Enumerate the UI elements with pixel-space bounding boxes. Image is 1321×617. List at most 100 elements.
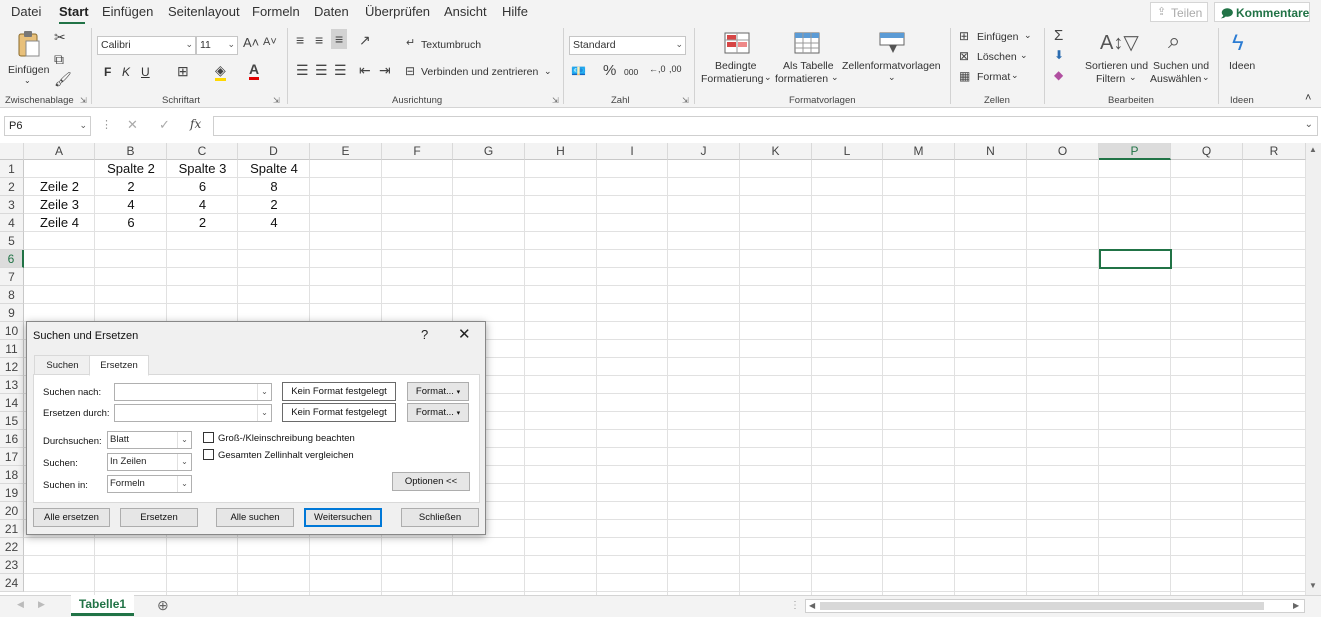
- row-header-19[interactable]: 19: [0, 484, 24, 502]
- column-header-a[interactable]: A: [24, 143, 95, 160]
- row-header-16[interactable]: 16: [0, 430, 24, 448]
- scroll-right-icon[interactable]: ▶: [1293, 601, 1299, 610]
- replace-all-button[interactable]: Alle ersetzen: [33, 508, 110, 527]
- increase-indent-icon[interactable]: ⇥: [379, 62, 391, 79]
- dialog-launcher-icon[interactable]: ⇲: [80, 96, 87, 105]
- expand-formula-icon[interactable]: ⌄: [1305, 119, 1313, 130]
- insert-cells-button[interactable]: Einfügen: [977, 31, 1018, 43]
- chevron-down-icon[interactable]: ⌄: [1011, 70, 1019, 81]
- row-header-14[interactable]: 14: [0, 394, 24, 412]
- row-header-6[interactable]: 6: [0, 250, 24, 268]
- sort-filter-button[interactable]: A↕▽ Sortieren und Filtern ⌄: [1084, 30, 1148, 90]
- italic-button[interactable]: K: [122, 65, 130, 79]
- row-header-8[interactable]: 8: [0, 286, 24, 304]
- menu-formeln[interactable]: Formeln: [252, 4, 300, 19]
- cell-d2[interactable]: 8: [238, 178, 310, 196]
- column-header-g[interactable]: G: [453, 143, 525, 160]
- cell-c2[interactable]: 6: [167, 178, 238, 196]
- wrap-text-button[interactable]: Textumbruch: [421, 39, 481, 51]
- decrease-font-icon[interactable]: A˅: [263, 36, 277, 48]
- fill-color-icon[interactable]: ◈: [215, 63, 226, 81]
- align-center-icon[interactable]: ☰: [315, 62, 328, 79]
- column-header-p[interactable]: P: [1099, 143, 1171, 160]
- replace-input[interactable]: ⌄: [114, 404, 272, 422]
- format-as-table-button[interactable]: Als Tabelle formatieren ⌄: [774, 30, 842, 90]
- cell-d4[interactable]: 4: [238, 214, 310, 232]
- row-header-17[interactable]: 17: [0, 448, 24, 466]
- cell-d1[interactable]: Spalte 4: [238, 160, 310, 178]
- close-button[interactable]: Schließen: [401, 508, 479, 527]
- column-header-o[interactable]: O: [1027, 143, 1099, 160]
- chevron-down-icon[interactable]: ⌄: [1024, 30, 1032, 41]
- align-right-icon[interactable]: ☰: [334, 62, 347, 79]
- row-header-13[interactable]: 13: [0, 376, 24, 394]
- cell-c4[interactable]: 2: [167, 214, 238, 232]
- row-header-23[interactable]: 23: [0, 556, 24, 574]
- align-top-icon[interactable]: ≡: [296, 32, 304, 48]
- cell-c1[interactable]: Spalte 3: [167, 160, 238, 178]
- search-format-button[interactable]: Format... ▾: [407, 382, 469, 401]
- menu-hilfe[interactable]: Hilfe: [502, 4, 528, 19]
- look-in-select[interactable]: Formeln ⌄: [107, 475, 192, 493]
- horizontal-scrollbar[interactable]: ◀ ▶: [805, 599, 1305, 613]
- column-header-m[interactable]: M: [883, 143, 955, 160]
- row-header-5[interactable]: 5: [0, 232, 24, 250]
- format-cells-button[interactable]: Format: [977, 71, 1010, 83]
- scrollbar-thumb[interactable]: [820, 602, 1264, 610]
- row-header-4[interactable]: 4: [0, 214, 24, 232]
- menu-ueberpruefen[interactable]: Überprüfen: [365, 4, 430, 19]
- increase-font-icon[interactable]: A˄: [243, 35, 259, 50]
- row-header-12[interactable]: 12: [0, 358, 24, 376]
- dialog-launcher-icon[interactable]: ⇲: [682, 96, 689, 105]
- align-bottom-icon[interactable]: ≡: [331, 29, 348, 49]
- collapse-ribbon-icon[interactable]: ˄: [1305, 92, 1311, 104]
- column-header-c[interactable]: C: [167, 143, 238, 160]
- borders-icon[interactable]: ⊞: [177, 63, 189, 80]
- clear-icon[interactable]: ◆: [1054, 68, 1063, 82]
- share-button[interactable]: ⇪ Teilen: [1150, 2, 1208, 22]
- row-header-20[interactable]: 20: [0, 502, 24, 520]
- row-header-7[interactable]: 7: [0, 268, 24, 286]
- row-header-2[interactable]: 2: [0, 178, 24, 196]
- menu-start[interactable]: Start: [59, 4, 89, 19]
- scroll-up-icon[interactable]: ▲: [1309, 145, 1317, 154]
- menu-einfuegen[interactable]: Einfügen: [102, 4, 153, 19]
- chevron-down-icon[interactable]: ⌄: [1020, 50, 1028, 61]
- insert-function-icon[interactable]: fx: [190, 117, 201, 131]
- column-header-n[interactable]: N: [955, 143, 1027, 160]
- tab-suchen[interactable]: Suchen: [34, 355, 91, 375]
- column-header-h[interactable]: H: [525, 143, 597, 160]
- delete-cells-button[interactable]: Löschen: [977, 51, 1017, 63]
- column-header-q[interactable]: Q: [1171, 143, 1243, 160]
- menu-ansicht[interactable]: Ansicht: [444, 4, 487, 19]
- enter-icon[interactable]: ✓: [159, 117, 170, 133]
- font-name-select[interactable]: Calibri ⌄: [97, 36, 196, 55]
- formula-input[interactable]: ⌄: [213, 116, 1318, 136]
- within-select[interactable]: Blatt ⌄: [107, 431, 192, 449]
- menu-datei[interactable]: Datei: [11, 4, 41, 19]
- menu-daten[interactable]: Daten: [314, 4, 349, 19]
- options-button[interactable]: Optionen <<: [392, 472, 470, 491]
- cell-a4[interactable]: Zeile 4: [24, 214, 95, 232]
- row-header-3[interactable]: 3: [0, 196, 24, 214]
- orientation-icon[interactable]: ↗: [359, 32, 371, 49]
- scroll-left-icon[interactable]: ◀: [809, 601, 815, 610]
- row-header-24[interactable]: 24: [0, 574, 24, 592]
- tab-ersetzen[interactable]: Ersetzen: [89, 355, 149, 376]
- column-header-d[interactable]: D: [238, 143, 310, 160]
- thousands-icon[interactable]: 000: [624, 67, 638, 77]
- search-by-select[interactable]: In Zeilen ⌄: [107, 453, 192, 471]
- row-header-9[interactable]: 9: [0, 304, 24, 322]
- cell-c3[interactable]: 4: [167, 196, 238, 214]
- select-all-corner[interactable]: [0, 143, 24, 160]
- percent-icon[interactable]: %: [603, 62, 616, 79]
- vertical-scrollbar[interactable]: ▲ ▼: [1306, 143, 1321, 595]
- autosum-icon[interactable]: Σ: [1054, 27, 1063, 44]
- column-header-e[interactable]: E: [310, 143, 382, 160]
- fill-icon[interactable]: ⬇: [1054, 48, 1064, 62]
- previous-sheet-icon[interactable]: ◀: [17, 599, 24, 610]
- cell-b3[interactable]: 4: [95, 196, 167, 214]
- comments-button[interactable]: 🗩 Kommentare: [1214, 2, 1310, 22]
- decrease-indent-icon[interactable]: ⇤: [359, 62, 371, 79]
- cell-b1[interactable]: Spalte 2: [95, 160, 167, 178]
